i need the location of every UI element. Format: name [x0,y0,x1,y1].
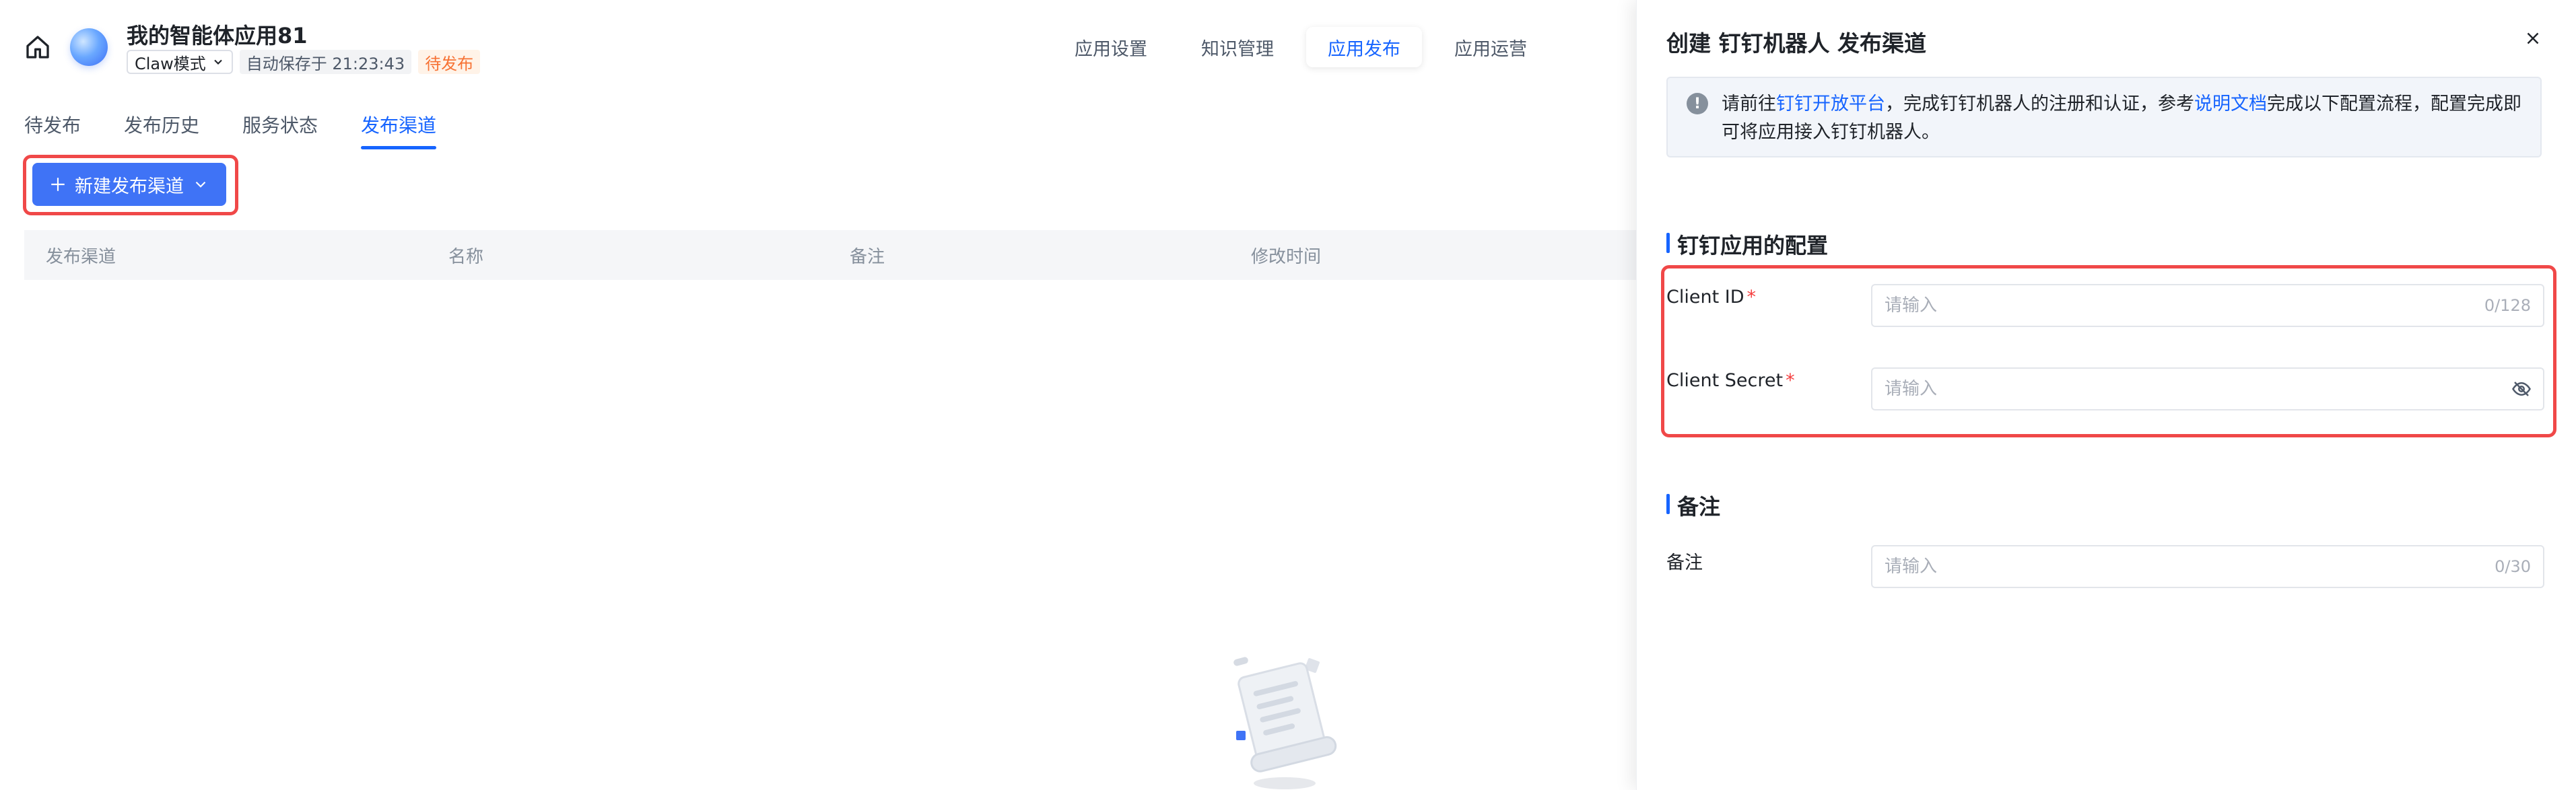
app-meta-row: Claw模式 自动保存于 21:23:43 待发布 [127,50,481,74]
client-secret-label-text: Client Secret [1666,370,1784,391]
drawer-title: 创建 钉钉机器人 发布渠道 [1666,30,1926,57]
client-id-label-text: Client ID [1666,287,1744,308]
column-header-modified-time: 修改时间 [1251,246,1322,267]
app-logo-icon [70,28,108,66]
subtab-pending[interactable]: 待发布 [24,101,81,148]
column-header-channel: 发布渠道 [46,246,116,267]
subtab-channels[interactable]: 发布渠道 [361,101,437,149]
dingtalk-open-platform-link[interactable]: 钉钉开放平台 [1776,94,1885,114]
top-bar: 我的智能体应用81 Claw模式 自动保存于 21:23:43 待发布 应用设置… [0,0,1636,94]
app-title: 我的智能体应用81 [127,23,308,48]
remark-label: 备注 [1666,552,1703,573]
client-id-input[interactable] [1885,285,2464,326]
create-channel-drawer: 创建 钉钉机器人 发布渠道 ! 请前往钉钉开放平台，完成钉钉机器人的注册和认证，… [1636,0,2576,790]
client-id-field[interactable]: 0/128 [1871,284,2544,327]
client-id-counter: 0/128 [2484,296,2531,315]
notice-text: 请前往钉钉开放平台，完成钉钉机器人的注册和认证，参考说明文档完成以下配置流程，配… [1722,90,2530,147]
eye-off-icon[interactable] [2511,379,2532,399]
remark-counter: 0/30 [2495,557,2531,576]
subtab-service-status[interactable]: 服务状态 [242,101,318,148]
section-title-dingtalk-config: 钉钉应用的配置 [1666,229,1828,260]
plus-icon [51,178,65,191]
page: 我的智能体应用81 Claw模式 自动保存于 21:23:43 待发布 应用设置… [0,0,2576,790]
notice-text-part1: 请前往 [1722,94,1776,114]
client-secret-field[interactable] [1871,367,2544,410]
chevron-down-icon [195,181,206,188]
empty-state-illustration [1233,657,1337,789]
info-icon: ! [1687,93,1708,114]
column-header-remark: 备注 [850,246,885,267]
remark-input[interactable] [1885,546,2464,587]
tab-app-operation[interactable]: 应用运营 [1433,27,1549,67]
new-channel-button[interactable]: 新建发布渠道 [32,163,226,206]
home-icon[interactable] [24,34,51,61]
chevron-down-icon [214,59,222,65]
client-id-label: Client ID * [1666,287,1756,308]
required-mark: * [1786,370,1795,391]
new-channel-button-label: 新建发布渠道 [75,176,184,197]
subtab-history[interactable]: 发布历史 [124,101,199,148]
tab-app-settings[interactable]: 应用设置 [1053,27,1169,67]
tab-app-publish[interactable]: 应用发布 [1306,27,1422,67]
autosave-status: 自动保存于 21:23:43 [239,50,412,74]
required-mark: * [1747,287,1757,308]
column-header-name: 名称 [448,246,484,267]
section-title-remark: 备注 [1666,490,1720,521]
top-nav-tabs: 应用设置 知识管理 应用发布 应用运营 [1053,27,1549,67]
status-badge: 待发布 [418,50,481,74]
mode-select[interactable]: Claw模式 [127,50,233,74]
remark-field[interactable]: 0/30 [1871,545,2544,588]
table-header: 发布渠道 名称 备注 修改时间 [24,230,1640,280]
notice-banner: ! 请前往钉钉开放平台，完成钉钉机器人的注册和认证，参考说明文档完成以下配置流程… [1666,77,2542,157]
notice-text-part2: ，完成钉钉机器人的注册和认证，参考 [1885,94,2194,114]
documentation-link[interactable]: 说明文档 [2194,94,2267,114]
close-icon[interactable] [2523,28,2543,48]
client-secret-input[interactable] [1885,369,2464,409]
mode-select-label: Claw模式 [135,54,206,73]
tab-knowledge[interactable]: 知识管理 [1180,27,1295,67]
client-secret-label: Client Secret * [1666,370,1795,391]
publish-subtabs: 待发布 发布历史 服务状态 发布渠道 [24,101,437,149]
